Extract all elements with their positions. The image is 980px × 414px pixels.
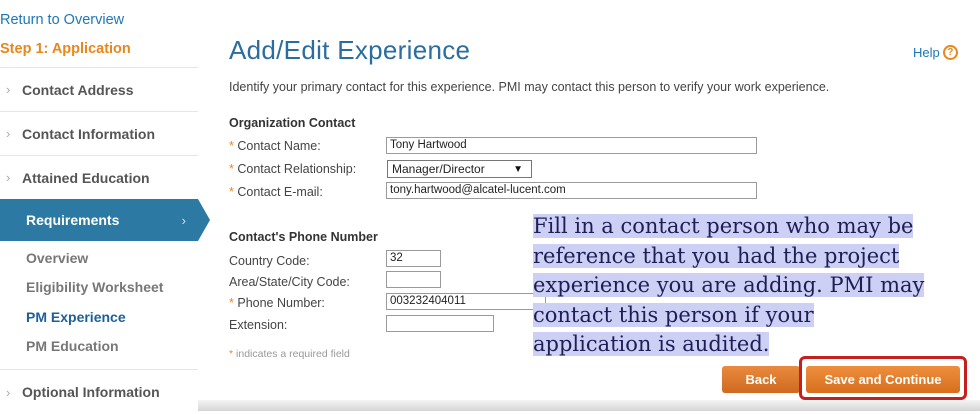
sidebar-item-optional-information[interactable]: › Optional Information — [0, 370, 198, 414]
required-marker: * — [229, 296, 234, 310]
area-code-label: Area/State/City Code: — [229, 275, 350, 289]
page-title: Add/Edit Experience — [229, 35, 471, 65]
chevron-right-icon: › — [181, 212, 186, 228]
sidebar-item-contact-address[interactable]: › Contact Address — [0, 67, 198, 111]
active-nav-pointer — [198, 199, 210, 241]
step-title: Step 1: Application — [0, 41, 131, 57]
contact-email-input[interactable]: tony.hartwood@alcatel-lucent.com — [386, 182, 757, 199]
select-value: Manager/Director — [392, 162, 485, 176]
sidebar-item-label: Contact Address — [22, 81, 134, 98]
phone-number-input[interactable]: 003232404011 — [386, 293, 546, 310]
callout-line: experience you are adding. PMI may — [533, 273, 925, 297]
sidebar: Return to Overview Step 1: Application ›… — [0, 0, 198, 414]
contact-relationship-select[interactable]: Manager/Director ▼ — [387, 160, 532, 178]
contact-name-input[interactable]: Tony Hartwood — [386, 137, 757, 154]
extension-input[interactable] — [386, 315, 494, 332]
callout-line: contact this person if your — [533, 302, 814, 327]
sidebar-item-requirements[interactable]: Requirements › — [0, 199, 198, 241]
help-link[interactable]: Help ? — [913, 45, 958, 60]
callout-line: reference that you had the project — [533, 243, 900, 268]
contact-relationship-label: * Contact Relationship: — [229, 162, 357, 176]
callout-line: application is audited. — [533, 332, 770, 356]
area-code-input[interactable] — [386, 271, 441, 288]
required-marker: * — [229, 185, 234, 199]
help-label: Help — [913, 45, 940, 60]
back-button[interactable]: Back — [722, 366, 800, 393]
contact-email-label: * Contact E-mail: — [229, 185, 323, 199]
annotation-callout: Fill in a contact person who may be refe… — [533, 212, 925, 360]
bottom-edge-shadow — [198, 400, 980, 411]
required-marker: * — [229, 348, 234, 360]
phone-number-heading: Contact's Phone Number — [229, 230, 378, 244]
sidebar-item-label: Requirements — [26, 212, 120, 228]
sidebar-item-label: Attained Education — [22, 169, 150, 186]
chevron-right-icon: › — [6, 384, 11, 400]
help-icon: ? — [942, 45, 958, 60]
callout-line: Fill in a contact person who may be — [533, 214, 914, 238]
required-marker: * — [229, 139, 234, 153]
required-marker: * — [229, 162, 234, 176]
country-code-input[interactable]: 32 — [386, 250, 441, 267]
return-to-overview-link[interactable]: Return to Overview — [0, 12, 124, 28]
save-and-continue-button[interactable]: Save and Continue — [806, 366, 960, 393]
chevron-right-icon: › — [6, 82, 11, 97]
chevron-right-icon: › — [6, 126, 11, 141]
contact-name-label: * Contact Name: — [229, 139, 321, 153]
chevron-right-icon: › — [6, 170, 11, 185]
subnav-item-overview[interactable]: Overview — [26, 250, 88, 266]
required-field-note: * indicates a required field — [229, 348, 350, 360]
intro-text: Identify your primary contact for this e… — [229, 80, 830, 94]
sidebar-item-label: Contact Information — [22, 125, 155, 142]
extension-label: Extension: — [229, 318, 288, 332]
sidebar-item-contact-information[interactable]: › Contact Information — [0, 111, 198, 155]
subnav-item-eligibility-worksheet[interactable]: Eligibility Worksheet — [26, 279, 163, 295]
organization-contact-heading: Organization Contact — [229, 116, 356, 130]
dropdown-caret-icon: ▼ — [513, 163, 523, 175]
subnav-item-pm-education[interactable]: PM Education — [26, 338, 119, 354]
sidebar-item-attained-education[interactable]: › Attained Education — [0, 155, 198, 199]
phone-number-label: * Phone Number: — [229, 296, 325, 310]
country-code-label: Country Code: — [229, 254, 310, 268]
sidebar-item-label: Optional Information — [22, 384, 160, 400]
subnav-item-pm-experience[interactable]: PM Experience — [26, 309, 126, 325]
